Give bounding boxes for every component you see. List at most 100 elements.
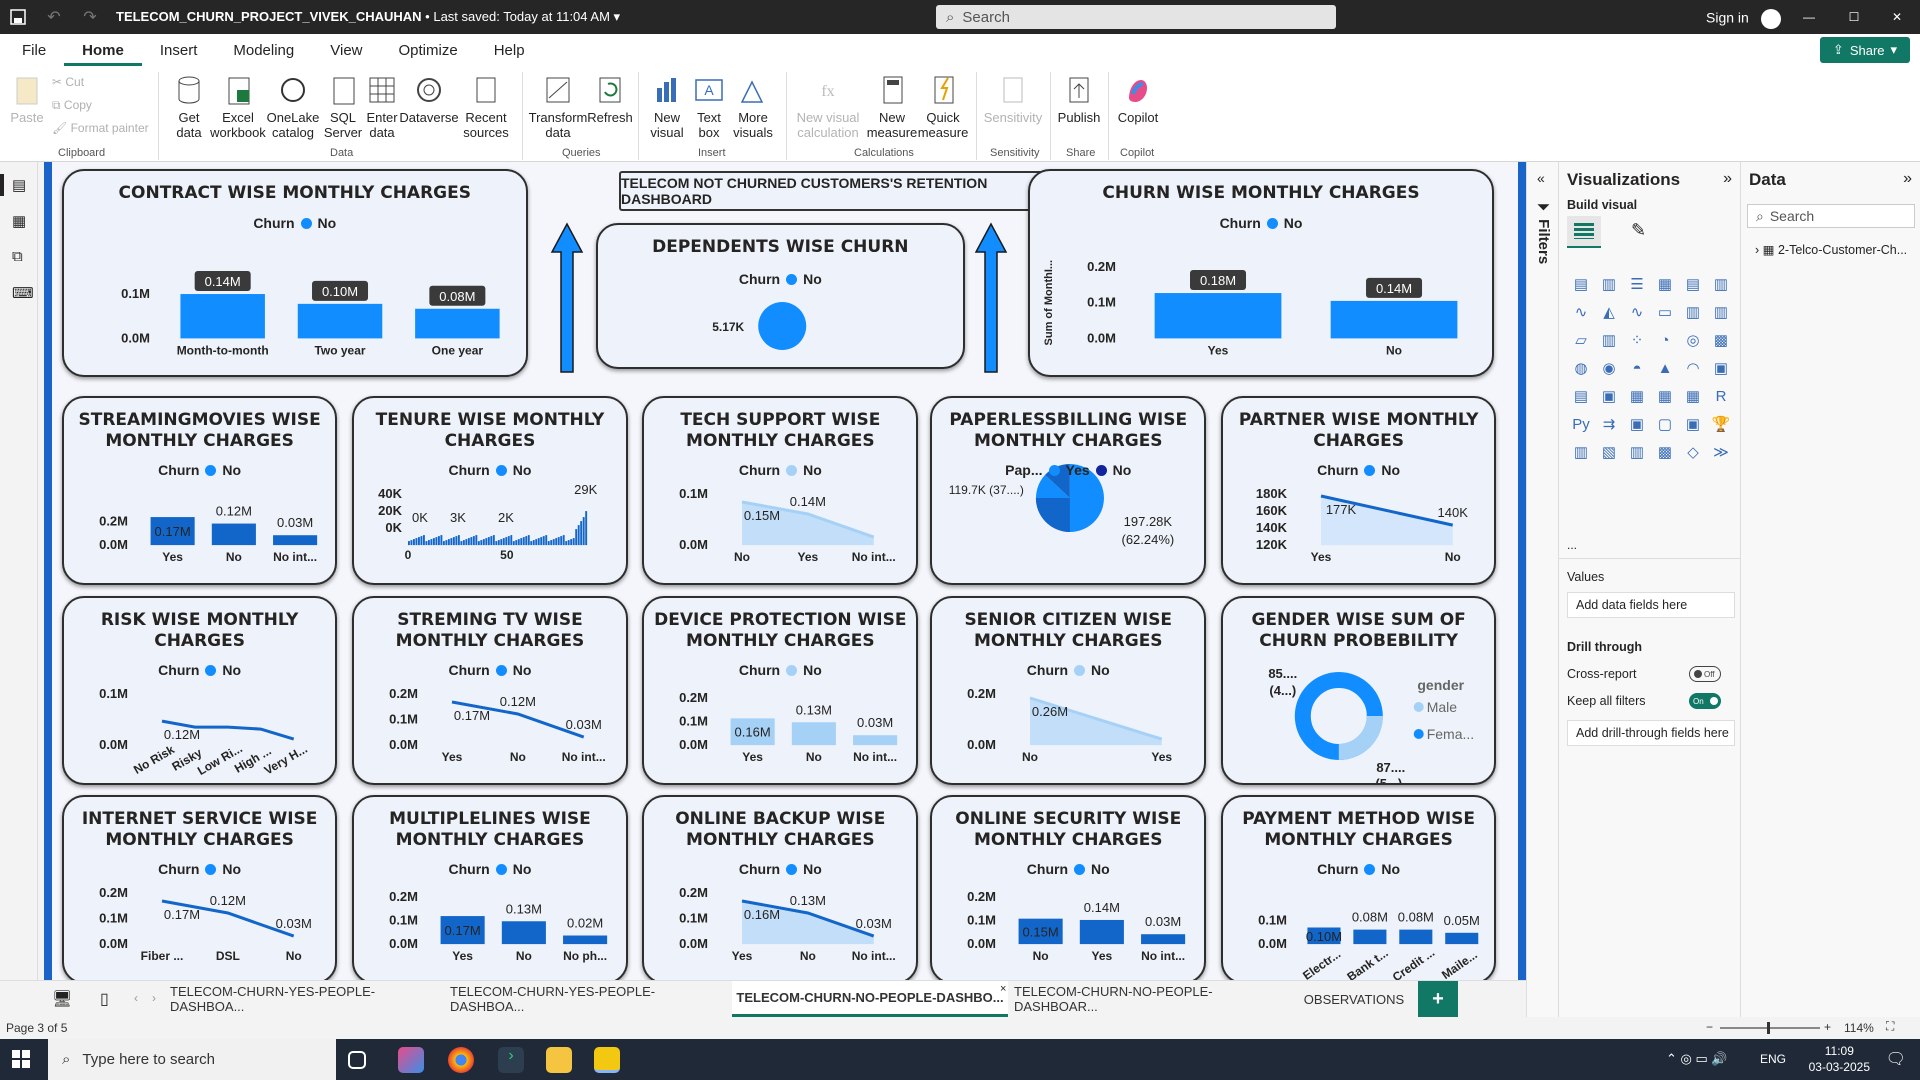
close-tab-icon[interactable]: × <box>1000 983 1006 995</box>
visual-type-icon[interactable]: ▧ <box>1595 438 1623 466</box>
bar-mark[interactable] <box>505 537 508 546</box>
bar-mark[interactable] <box>560 536 563 546</box>
copilot-button[interactable]: Copilot <box>1114 74 1162 125</box>
bar-mark[interactable] <box>522 537 525 546</box>
zoom-slider[interactable] <box>1720 1022 1820 1034</box>
bar-mark[interactable] <box>507 536 510 546</box>
bar-mark[interactable] <box>450 538 453 546</box>
menu-home[interactable]: Home <box>64 35 142 66</box>
bar-mark[interactable] <box>415 538 418 546</box>
visual-type-icon[interactable]: Py <box>1567 410 1595 438</box>
new-visual-calculation-button[interactable]: fx New visual calculation <box>792 74 864 140</box>
visual-risk[interactable]: RISK WISE MONTHLY CHARGES 0.1M 0.0M No Risk… <box>61 596 338 786</box>
visual-type-icon[interactable]: ▤ <box>1679 270 1707 298</box>
bar-mark[interactable] <box>582 517 585 546</box>
report-view-icon[interactable]: ▤ <box>12 176 26 194</box>
menu-help[interactable]: Help <box>476 42 543 59</box>
visual-type-icon[interactable]: ◉ <box>1595 354 1623 382</box>
bar-mark[interactable] <box>527 535 530 546</box>
bar-mark[interactable] <box>550 540 553 546</box>
visual-type-icon[interactable]: ⁘ <box>1623 326 1651 354</box>
bar-mark[interactable] <box>500 539 503 546</box>
paste-button[interactable]: Paste <box>10 74 44 125</box>
bar-mark[interactable] <box>495 541 498 546</box>
bar-mark[interactable] <box>272 535 317 546</box>
bar-mark[interactable] <box>433 538 435 546</box>
bar-mark[interactable] <box>448 539 450 546</box>
bar-mark[interactable] <box>492 535 495 546</box>
bar-mark[interactable] <box>410 540 413 546</box>
drill-through-drop-zone[interactable]: Add drill-through fields here <box>1567 720 1735 746</box>
visual-tech-support[interactable]: TECH SUPPORT WISE MONTHLY CHARGES 0.1M 0.0… <box>642 396 919 586</box>
visual-streaming-tv[interactable]: STREMING TV WISE MONTHLY CHARGES 0.2M 0.1M… <box>352 596 628 786</box>
bar-mark[interactable] <box>1399 929 1433 945</box>
visual-type-icon[interactable]: ▥ <box>1595 270 1623 298</box>
bar-mark[interactable] <box>468 538 470 546</box>
text-box-button[interactable]: A Text box <box>690 74 728 140</box>
visual-type-icon[interactable]: ◠ <box>1679 354 1707 382</box>
bar-mark[interactable] <box>458 535 460 546</box>
bar-mark[interactable] <box>420 536 423 546</box>
keep-filters-toggle[interactable]: On <box>1689 693 1721 709</box>
visual-contract[interactable]: CONTRACT WISE MONTHLY CHARGES 0.1M 0.0M 0.1… <box>61 169 528 377</box>
language-indicator[interactable]: ENG <box>1760 1052 1786 1066</box>
visual-partner[interactable]: PARTNER WISE MONTHLY CHARGES 180K 160K 140K… <box>1220 396 1497 586</box>
bar-mark[interactable] <box>297 304 383 339</box>
visual-online-backup[interactable]: ONLINE BACKUP WISE MONTHLY CHARGES 0.2M 0.… <box>642 795 919 985</box>
fit-page-icon[interactable]: ⛶ <box>1886 1019 1894 1034</box>
bar-mark[interactable] <box>537 538 540 546</box>
more-visuals-ellipsis[interactable]: ... <box>1567 538 1577 552</box>
visual-internet[interactable]: INTERNET SERVICE WISE MONTHLY CHARGES 0.2… <box>61 795 338 985</box>
bar-mark[interactable] <box>443 541 445 546</box>
desktop-layout-icon[interactable]: 🖥 <box>52 989 72 1009</box>
bar-mark[interactable] <box>542 536 545 546</box>
pie-slice[interactable] <box>1036 498 1071 533</box>
visual-paperless[interactable]: PAPERLESSBILLING WISE MONTHLY CHARGES 119… <box>930 396 1207 586</box>
values-drop-zone[interactable]: Add data fields here <box>1567 592 1735 618</box>
bar-mark[interactable] <box>530 541 533 546</box>
bar-mark[interactable] <box>510 535 513 546</box>
bar-mark[interactable] <box>497 540 500 546</box>
bar-mark[interactable] <box>435 537 438 546</box>
bar-mark[interactable] <box>485 538 488 546</box>
filters-pane-collapsed[interactable]: « ⏷ Filters <box>1526 162 1558 1017</box>
bar-mark[interactable] <box>572 538 575 546</box>
tray-icons[interactable]: ⌃ ◎ ▭ 🔊 <box>1666 1051 1728 1067</box>
search-box[interactable]: ⌕ Search <box>936 5 1336 29</box>
visual-type-icon[interactable]: ▱ <box>1567 326 1595 354</box>
visual-type-icon[interactable]: ▥ <box>1679 298 1707 326</box>
visual-type-icon[interactable]: ▦ <box>1679 382 1707 410</box>
bar-mark[interactable] <box>465 539 468 546</box>
bar-mark[interactable] <box>540 537 543 546</box>
visual-type-icon[interactable]: ▣ <box>1595 382 1623 410</box>
scroll-right-icon[interactable]: › <box>152 991 156 1005</box>
visual-type-icon[interactable]: ▩ <box>1651 438 1679 466</box>
share-button[interactable]: ⇪ Share ▾ <box>1820 37 1910 63</box>
bar-mark[interactable] <box>792 722 837 746</box>
expand-icon[interactable]: » <box>1903 170 1912 188</box>
visual-type-icon[interactable]: ▤ <box>1567 382 1595 410</box>
power-bi-icon[interactable] <box>594 1047 620 1073</box>
bar-mark[interactable] <box>853 735 898 746</box>
copy-button[interactable]: ⧉ Copy <box>52 98 92 113</box>
page-tab[interactable]: TELECOM-CHURN-YES-PEOPLE-DASHBOA... <box>450 981 726 1017</box>
visual-multiplelines[interactable]: MULTIPLELINES WISE MONTHLY CHARGES 0.2M 0.… <box>352 795 628 985</box>
sign-in-link[interactable]: Sign in <box>1706 9 1781 29</box>
add-page-button[interactable]: + <box>1418 981 1458 1017</box>
bar-mark[interactable] <box>438 536 440 546</box>
visual-dependents[interactable]: DEPENDENTS WISE CHURN 5.17K Churn No <box>596 223 965 370</box>
bubble-mark[interactable] <box>758 302 807 350</box>
bar-mark[interactable] <box>1330 301 1458 339</box>
visual-device-protection[interactable]: DEVICE PROTECTION WISE MONTHLY CHARGES 0.… <box>642 596 919 786</box>
clock[interactable]: 11:09 03-03-2025 <box>1809 1043 1870 1075</box>
visual-type-icon[interactable]: ◍ <box>1567 354 1595 382</box>
visual-type-icon[interactable]: ▣ <box>1679 410 1707 438</box>
visual-type-icon[interactable]: ▣ <box>1707 354 1735 382</box>
bar-mark[interactable] <box>473 536 475 546</box>
table-view-icon[interactable]: ▦ <box>12 212 26 230</box>
bar-mark[interactable] <box>1444 932 1479 945</box>
expand-icon[interactable]: » <box>1723 170 1732 188</box>
bar-mark[interactable] <box>480 540 483 546</box>
new-measure-button[interactable]: New measure <box>866 74 918 140</box>
visual-type-icon[interactable]: ▭ <box>1651 298 1679 326</box>
